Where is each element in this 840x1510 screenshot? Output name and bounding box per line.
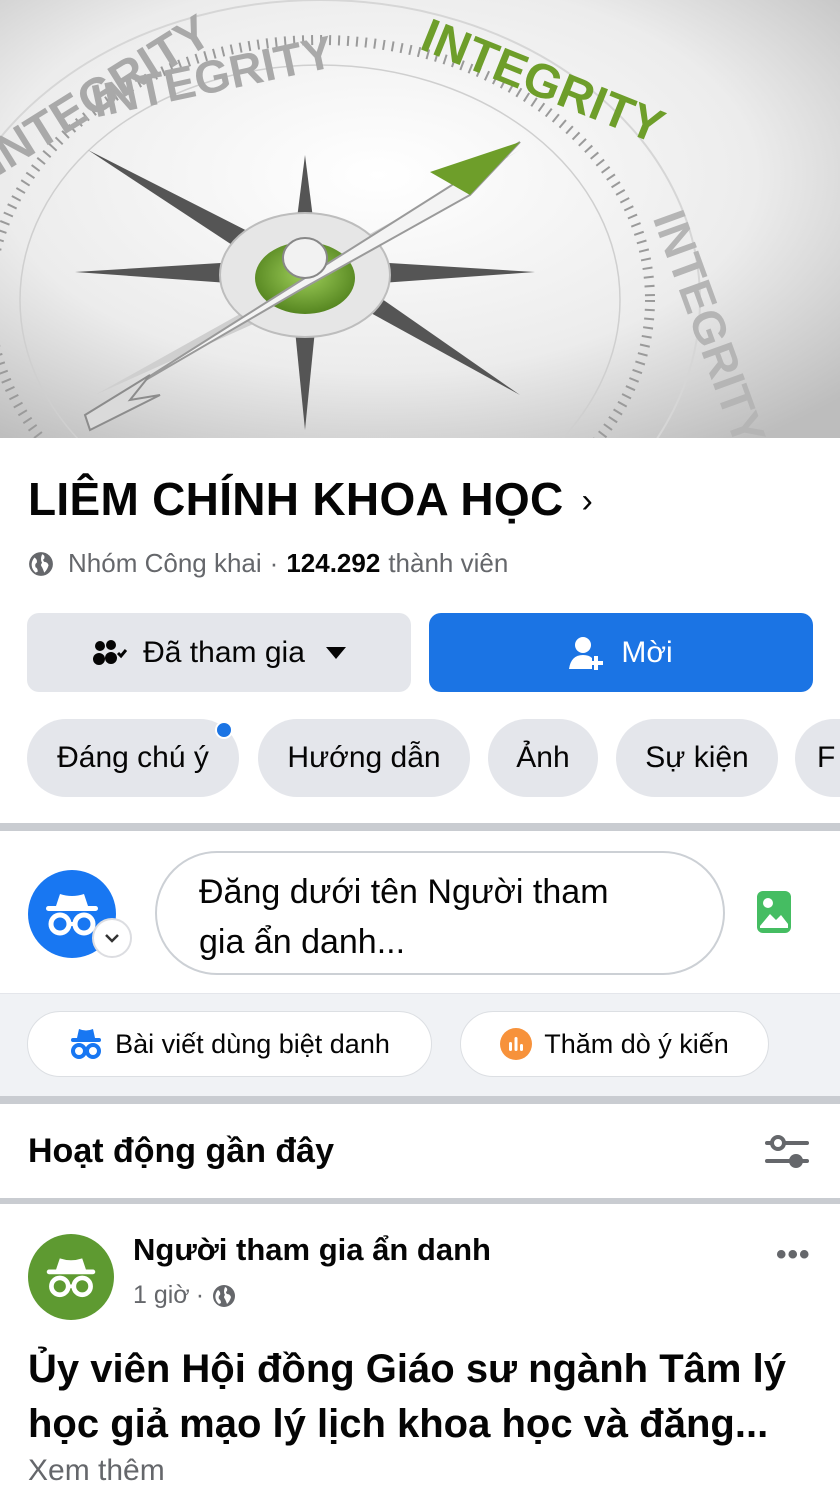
- group-cover-photo[interactable]: INTEGRITY INTEGRITY INTEGRITY INTEGRITY: [0, 0, 840, 438]
- pseudonym-post-label: Bài viết dùng biệt danh: [115, 1028, 390, 1059]
- tab-photos-label: Ảnh: [516, 741, 570, 774]
- poll-button[interactable]: Thăm dò ý kiến: [460, 1011, 769, 1077]
- joined-label: Đã tham gia: [143, 635, 305, 669]
- post-headline-line-1: Ủy viên Hội đồng Giáo sư ngành Tâm lý: [28, 1347, 786, 1391]
- chevron-right-icon[interactable]: ›: [582, 482, 593, 521]
- section-divider: [0, 1198, 840, 1204]
- tab-guides-label: Hướng dẫn: [287, 741, 441, 774]
- anonymous-icon: [69, 1027, 103, 1061]
- globe-icon: [29, 551, 53, 576]
- tab-files-label: F: [817, 741, 836, 774]
- post-meta: 1 giờ ·: [133, 1281, 236, 1310]
- recent-activity-title: Hoạt động gần đây: [28, 1132, 334, 1170]
- post-time[interactable]: 1 giờ: [133, 1281, 190, 1310]
- anonymous-icon: [46, 1258, 96, 1298]
- tab-events[interactable]: Sự kiện: [616, 719, 778, 797]
- tab-photos[interactable]: Ảnh: [488, 719, 598, 797]
- pseudonym-post-button[interactable]: Bài viết dùng biệt danh: [27, 1011, 432, 1077]
- photo-icon[interactable]: [756, 890, 792, 939]
- tab-events-label: Sự kiện: [645, 741, 749, 774]
- meta-separator: ·: [269, 548, 279, 578]
- group-name[interactable]: LIÊM CHÍNH KHOA HỌC: [28, 472, 564, 526]
- group-icon: [91, 638, 128, 668]
- identity-switch-badge[interactable]: [92, 918, 132, 958]
- member-label[interactable]: thành viên: [388, 548, 508, 579]
- globe-icon: [213, 1284, 236, 1307]
- post-author-name[interactable]: Người tham gia ẩn danh: [133, 1232, 491, 1268]
- composer-placeholder-line-2: gia ẩn danh...: [199, 923, 406, 961]
- post-headline-line-2: học giả mạo lý lịch khoa học và đăng...: [28, 1402, 769, 1446]
- post-meta-separator: ·: [195, 1281, 205, 1309]
- see-more-link[interactable]: Xem thêm: [28, 1454, 165, 1488]
- group-privacy: Nhóm Công khai: [68, 548, 262, 578]
- invite-label: Mời: [621, 635, 673, 669]
- caret-down-icon: [325, 646, 347, 660]
- chevron-down-icon: [105, 934, 119, 943]
- post-composer-input[interactable]: Đăng dưới tên Người tham gia ẩn danh...: [155, 851, 725, 975]
- joined-button[interactable]: Đã tham gia: [27, 613, 411, 692]
- tab-files[interactable]: F: [795, 719, 840, 797]
- post-headline[interactable]: Ủy viên Hội đồng Giáo sư ngành Tâm lý họ…: [28, 1342, 818, 1452]
- post-author-avatar[interactable]: [28, 1234, 114, 1320]
- section-divider: [0, 823, 840, 831]
- invite-button[interactable]: Mời: [429, 613, 813, 692]
- poll-label: Thăm dò ý kiến: [544, 1028, 729, 1059]
- tab-featured[interactable]: Đáng chú ý: [27, 719, 239, 797]
- group-meta: Nhóm Công khai · 124.292 thành viên: [28, 548, 508, 579]
- group-tabs: Đáng chú ý Hướng dẫn Ảnh Sự kiện F: [27, 719, 840, 797]
- group-title-row[interactable]: LIÊM CHÍNH KHOA HỌC ›: [28, 472, 593, 526]
- more-options-icon[interactable]: •••: [776, 1238, 811, 1272]
- compass-illustration: INTEGRITY INTEGRITY INTEGRITY INTEGRITY: [0, 0, 840, 438]
- section-divider: [0, 1096, 840, 1104]
- member-count[interactable]: 124.292: [286, 548, 380, 579]
- poll-icon: [500, 1028, 533, 1060]
- filter-icon[interactable]: [763, 1133, 811, 1176]
- add-person-icon: [569, 636, 605, 670]
- composer-placeholder-line-1: Đăng dưới tên Người tham: [199, 873, 609, 911]
- tab-featured-label: Đáng chú ý: [57, 741, 209, 774]
- notification-dot: [215, 721, 233, 739]
- tab-guides[interactable]: Hướng dẫn: [258, 719, 470, 797]
